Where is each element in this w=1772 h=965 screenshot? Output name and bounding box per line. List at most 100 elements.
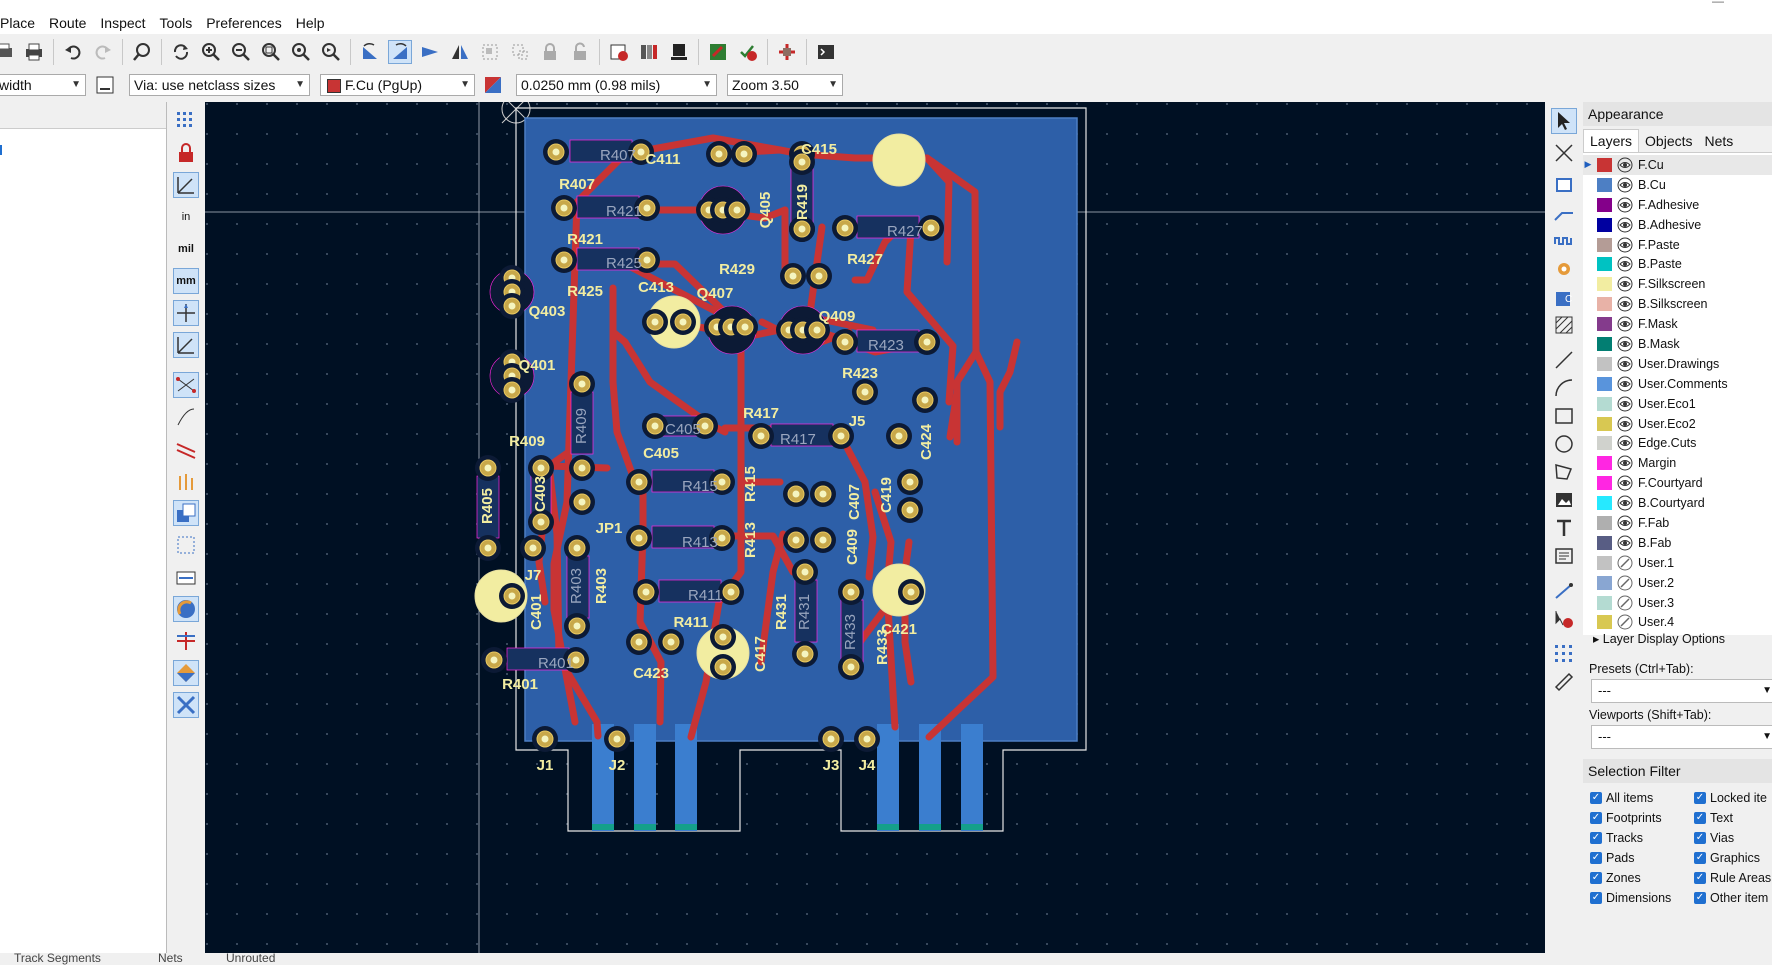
- find-icon[interactable]: [130, 40, 154, 64]
- zoom-fit-icon[interactable]: [259, 40, 283, 64]
- layer-color-swatch[interactable]: [1597, 515, 1612, 530]
- units-mm-button[interactable]: mm: [173, 268, 199, 294]
- layer-color-swatch[interactable]: [1597, 416, 1612, 431]
- eye-hidden-icon[interactable]: [1617, 555, 1633, 571]
- menu-route[interactable]: Route: [42, 15, 93, 31]
- cursor-crosshair-icon[interactable]: [173, 300, 199, 326]
- add-footprint-icon[interactable]: [1551, 172, 1577, 198]
- layer-row[interactable]: F.Mask: [1583, 314, 1772, 334]
- layer-color-swatch[interactable]: [1597, 277, 1612, 292]
- layer-color-swatch[interactable]: [1597, 396, 1612, 411]
- eye-icon[interactable]: [1617, 197, 1633, 213]
- eye-icon[interactable]: [1617, 396, 1633, 412]
- draw-polygon-icon[interactable]: [1551, 459, 1577, 485]
- layer-color-swatch[interactable]: [1597, 456, 1612, 471]
- layer-row[interactable]: B.Mask: [1583, 334, 1772, 354]
- checkbox-checked-icon[interactable]: ✓: [1590, 792, 1602, 804]
- layer-color-swatch[interactable]: [1597, 297, 1612, 312]
- layer-row[interactable]: F.Fab: [1583, 513, 1772, 533]
- layer-color-swatch[interactable]: [1597, 535, 1612, 550]
- layer-color-swatch[interactable]: [1597, 615, 1612, 630]
- refresh-icon[interactable]: [169, 40, 193, 64]
- add-via-icon[interactable]: [1551, 256, 1577, 282]
- scripting-icon[interactable]: [775, 40, 799, 64]
- undo-icon[interactable]: [61, 40, 85, 64]
- mirror-icon[interactable]: [448, 40, 472, 64]
- layer-color-swatch[interactable]: [1597, 476, 1612, 491]
- layer-manager-icon[interactable]: [173, 660, 199, 686]
- layer-select[interactable]: F.Cu (PgUp) ▼: [320, 74, 475, 96]
- eye-icon[interactable]: [1617, 256, 1633, 272]
- checkbox-checked-icon[interactable]: ✓: [1694, 892, 1706, 904]
- layer-color-swatch[interactable]: [1597, 157, 1612, 172]
- track-width-select[interactable]: width ▼: [0, 74, 86, 96]
- layer-color-swatch[interactable]: [1597, 496, 1612, 511]
- eye-icon[interactable]: [1617, 535, 1633, 551]
- draw-rectangle-icon[interactable]: [1551, 403, 1577, 429]
- tune-length-icon[interactable]: [1551, 228, 1577, 254]
- layer-color-swatch[interactable]: [1597, 356, 1612, 371]
- draw-line-icon[interactable]: [1551, 347, 1577, 373]
- layer-row[interactable]: F.Silkscreen: [1583, 274, 1772, 294]
- eye-icon[interactable]: [1617, 455, 1633, 471]
- add-keepout-icon[interactable]: [1551, 312, 1577, 338]
- board-setup-icon[interactable]: [667, 40, 691, 64]
- filter-checkbox[interactable]: ✓ Other item: [1694, 889, 1772, 907]
- layer-row[interactable]: User.2: [1583, 573, 1772, 593]
- layer-row[interactable]: B.Adhesive: [1583, 215, 1772, 235]
- net-inspector-icon[interactable]: [173, 564, 199, 590]
- layer-row[interactable]: F.Paste: [1583, 235, 1772, 255]
- rotate-cw-icon[interactable]: [388, 40, 412, 64]
- unlock-icon[interactable]: [568, 40, 592, 64]
- lock-grid-icon[interactable]: [173, 140, 199, 166]
- add-image-icon[interactable]: [1551, 487, 1577, 513]
- redo-icon[interactable]: [91, 40, 115, 64]
- layer-row[interactable]: Margin: [1583, 453, 1772, 473]
- track-highlight-icon[interactable]: [173, 436, 199, 462]
- filter-checkbox[interactable]: ✓ Dimensions: [1590, 889, 1694, 907]
- filter-checkbox[interactable]: ✓ Tracks: [1590, 829, 1694, 847]
- filter-checkbox[interactable]: ✓ Footprints: [1590, 809, 1694, 827]
- layer-color-swatch[interactable]: [1597, 197, 1612, 212]
- layer-color-swatch[interactable]: [1597, 237, 1612, 252]
- rotate-ccw-icon[interactable]: [358, 40, 382, 64]
- menu-inspect[interactable]: Inspect: [93, 15, 152, 31]
- layer-row[interactable]: User.1: [1583, 553, 1772, 573]
- checkbox-checked-icon[interactable]: ✓: [1694, 872, 1706, 884]
- checkbox-checked-icon[interactable]: ✓: [1694, 832, 1706, 844]
- zoom-selection-icon[interactable]: [319, 40, 343, 64]
- tab-layers[interactable]: Layers: [1583, 129, 1640, 152]
- pcb-canvas[interactable]: R407 R407 C411 C415 R419 R419 R421 R421 Q405 R427…: [205, 102, 1545, 953]
- menu-preferences[interactable]: Preferences: [199, 15, 288, 31]
- grid-toggle-icon[interactable]: [173, 108, 199, 134]
- add-text-icon[interactable]: [1551, 515, 1577, 541]
- menu-place[interactable]: Place: [0, 15, 42, 31]
- layer-color-swatch[interactable]: [1597, 555, 1612, 570]
- measure-icon[interactable]: [1551, 669, 1577, 695]
- filter-checkbox[interactable]: ✓ Pads: [1590, 849, 1694, 867]
- checkbox-checked-icon[interactable]: ✓: [1694, 812, 1706, 824]
- filter-checkbox[interactable]: ✓ All items: [1590, 789, 1694, 807]
- route-track-icon[interactable]: [1551, 200, 1577, 226]
- eye-icon[interactable]: [1617, 356, 1633, 372]
- zone-fill-icon[interactable]: [173, 500, 199, 526]
- print-icon[interactable]: [22, 40, 46, 64]
- layer-color-swatch[interactable]: [1597, 575, 1612, 590]
- menu-tools[interactable]: Tools: [153, 15, 200, 31]
- eye-icon[interactable]: [1617, 157, 1633, 173]
- plot-icon[interactable]: [0, 40, 16, 64]
- console-icon[interactable]: [814, 40, 838, 64]
- filter-checkbox[interactable]: ✓ Text: [1694, 809, 1772, 827]
- viewports-select[interactable]: --- ▼: [1591, 725, 1772, 749]
- checkbox-checked-icon[interactable]: ✓: [1590, 892, 1602, 904]
- zoom-in-icon[interactable]: [199, 40, 223, 64]
- eye-icon[interactable]: [1617, 475, 1633, 491]
- layer-color-swatch[interactable]: [1597, 436, 1612, 451]
- layer-row[interactable]: F.Adhesive: [1583, 195, 1772, 215]
- eye-icon[interactable]: [1617, 495, 1633, 511]
- eye-icon[interactable]: [1617, 237, 1633, 253]
- layer-row[interactable]: B.Silkscreen: [1583, 294, 1772, 314]
- eye-icon[interactable]: [1617, 435, 1633, 451]
- grid-select[interactable]: 0.0250 mm (0.98 mils) ▼: [516, 74, 717, 96]
- layer-color-swatch[interactable]: [1597, 177, 1612, 192]
